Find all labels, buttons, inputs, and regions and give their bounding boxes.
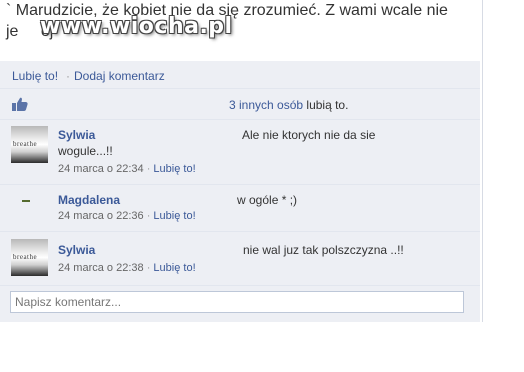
- comment-timestamp: 24 marca o 22:36: [58, 210, 144, 222]
- comment-meta: 24 marca o 22:34 · Lubię to!: [58, 163, 196, 175]
- comment-item: breathe Sylwia Ale nie ktorych nie da si…: [0, 120, 480, 185]
- actions-separator: ·: [66, 69, 70, 83]
- meta-separator: ·: [146, 262, 151, 274]
- watermark-logo: www.wiocha.pl: [40, 14, 233, 39]
- comment-text: Ale nie ktorych nie da sie: [242, 128, 376, 142]
- avatar-caption: breathe: [13, 253, 38, 261]
- likes-suffix: lubią to.: [303, 98, 349, 112]
- comment-author[interactable]: Sylwia: [58, 243, 95, 257]
- comment-author[interactable]: Sylwia: [58, 128, 95, 142]
- avatar[interactable]: breathe: [11, 126, 48, 163]
- comment-meta: 24 marca o 22:36 · Lubię to!: [58, 210, 196, 222]
- likes-summary: 3 innych osób lubią to.: [0, 89, 480, 120]
- like-comment-link[interactable]: Lubię to!: [153, 210, 195, 222]
- meta-separator: ·: [146, 210, 151, 222]
- post-actions-bar: Lubię to! · Dodaj komentarz: [0, 61, 480, 89]
- post-frame: ` Marudzicie, że kobiet nie da się zrozu…: [0, 0, 483, 322]
- likes-text: 3 innych osób lubią to.: [229, 98, 348, 112]
- comment-meta: 24 marca o 22:38 · Lubię to!: [58, 262, 196, 274]
- comment-item: Magdalena w ogóle * ;) 24 marca o 22:36 …: [0, 185, 480, 232]
- likers-link[interactable]: 3 innych osób: [229, 98, 303, 112]
- thumbs-up-icon: [12, 97, 28, 111]
- meta-separator: ·: [146, 163, 151, 175]
- comment-author[interactable]: Magdalena: [58, 193, 120, 207]
- avatar-placeholder: [22, 200, 30, 202]
- like-comment-link[interactable]: Lubię to!: [153, 262, 195, 274]
- like-post-link[interactable]: Lubię to!: [12, 69, 58, 83]
- comment-timestamp: 24 marca o 22:38: [58, 262, 144, 274]
- avatar[interactable]: breathe: [11, 239, 48, 276]
- comment-timestamp: 24 marca o 22:34: [58, 163, 144, 175]
- like-comment-link[interactable]: Lubię to!: [153, 163, 195, 175]
- add-comment-link[interactable]: Dodaj komentarz: [74, 69, 165, 83]
- comment-input-row: [0, 286, 480, 322]
- comment-input[interactable]: [10, 291, 464, 313]
- comment-text: nie wal juz tak polszczyzna ..!!: [243, 243, 404, 257]
- comment-text-continued: wogule...!!: [58, 144, 113, 158]
- avatar-caption: breathe: [13, 140, 38, 148]
- comment-text: w ogóle * ;): [237, 193, 298, 207]
- comment-item: breathe Sylwia nie wal juz tak polszczyz…: [0, 232, 480, 286]
